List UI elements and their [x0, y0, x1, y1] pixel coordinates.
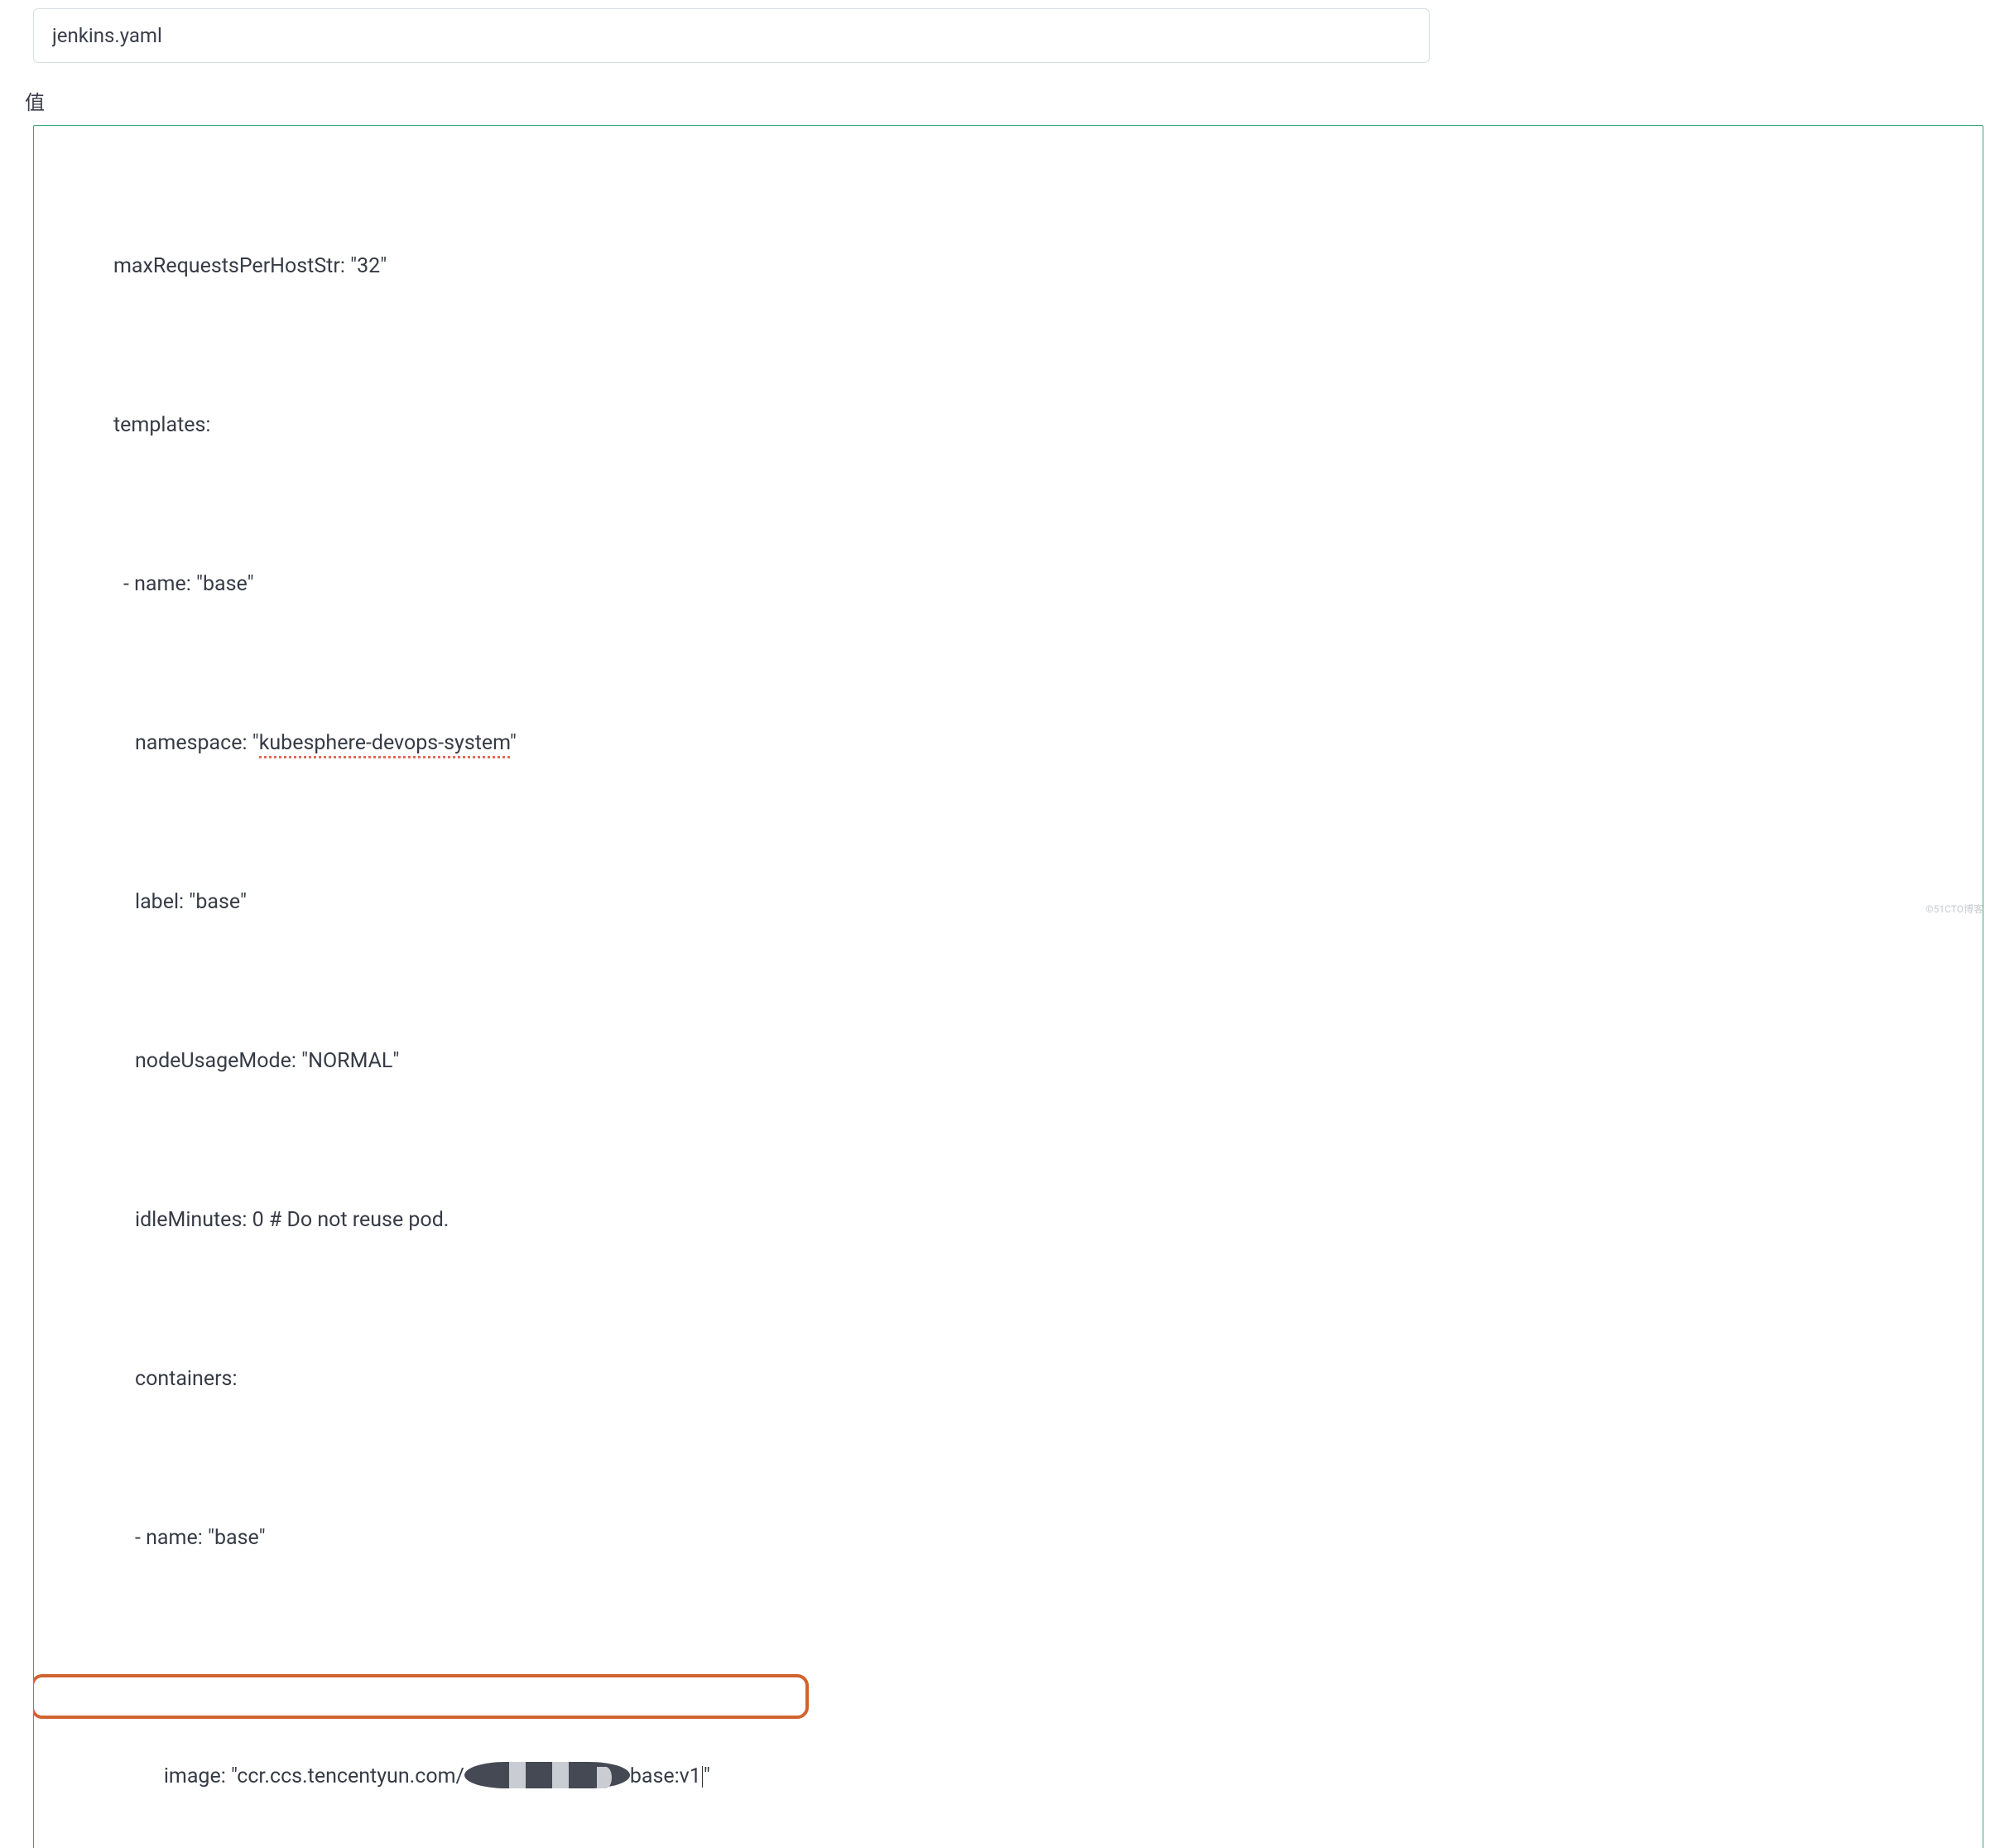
redacted-text [464, 1762, 630, 1788]
yaml-line-template-name[interactable]: - name: "base" [34, 565, 1983, 604]
text-cursor [702, 1766, 703, 1788]
yaml-code-editor[interactable]: maxRequestsPerHostStr: "32" templates: -… [33, 125, 1983, 1848]
yaml-quote-end: " [704, 1764, 710, 1788]
yaml-line-namespace[interactable]: namespace: "kubesphere-devops-system" [34, 724, 1983, 763]
yaml-quote-end: " [510, 731, 517, 755]
yaml-key: maxRequestsPerHostStr: [113, 254, 345, 278]
yaml-line-node-usage[interactable]: nodeUsageMode: "NORMAL" [34, 1042, 1983, 1081]
yaml-image-suffix: base:v1 [630, 1764, 701, 1788]
watermark-text: ©51CTO博客 [1925, 902, 1983, 916]
yaml-line-label[interactable]: label: "base" [34, 883, 1983, 922]
yaml-value: "32" [345, 254, 387, 278]
yaml-key: namespace: " [135, 731, 259, 755]
yaml-image-prefix: image: "ccr.ccs.tencentyun.com/ [164, 1764, 464, 1788]
yaml-value-underlined: kubesphere-devops-system [259, 731, 510, 758]
yaml-line-max-requests[interactable]: maxRequestsPerHostStr: "32" [34, 247, 1983, 286]
yaml-line-containers[interactable]: containers: [34, 1360, 1983, 1399]
highlight-annotation [33, 1674, 809, 1719]
yaml-line-container-name[interactable]: - name: "base" [34, 1518, 1983, 1558]
yaml-line-image[interactable]: image: "ccr.ccs.tencentyun.com/base:v1" [34, 1677, 1983, 1836]
yaml-line-idle-minutes[interactable]: idleMinutes: 0 # Do not reuse pod. [34, 1201, 1983, 1240]
value-label: 值 [25, 86, 1983, 115]
filename-input[interactable] [33, 8, 1430, 63]
yaml-line-templates[interactable]: templates: [34, 406, 1983, 445]
